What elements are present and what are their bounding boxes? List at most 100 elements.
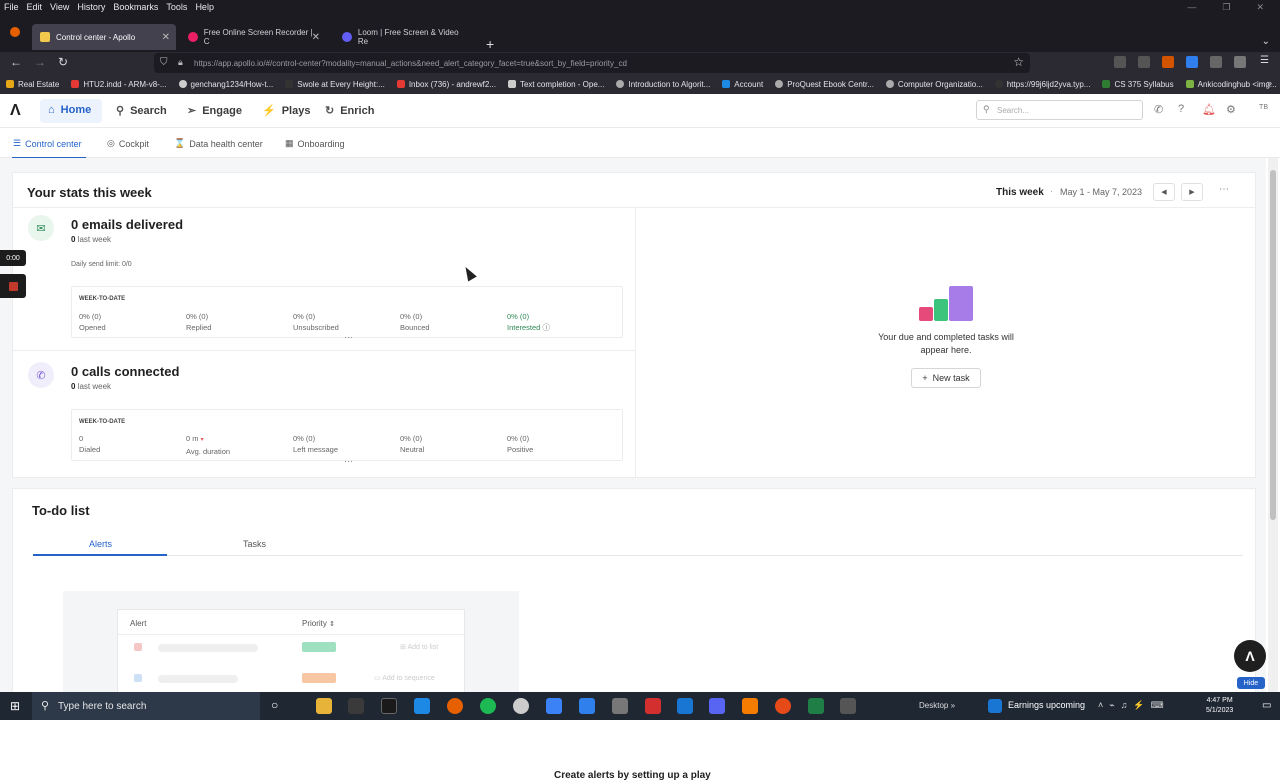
bookmark-item[interactable]: ProQuest Ebook Centr... (775, 80, 874, 89)
close-window-icon[interactable]: ✕ (1256, 2, 1264, 13)
browser-tab-screen-recorder[interactable]: Free Online Screen Recorder | C ✕ (180, 24, 326, 50)
terminal-icon[interactable] (348, 698, 364, 714)
notification-bell-icon[interactable]: 🔔︎ (1202, 103, 1216, 116)
avatar[interactable]: TB (1259, 104, 1268, 111)
steam-icon[interactable] (677, 698, 693, 714)
bookmark-star-icon[interactable]: ☆ (1013, 55, 1024, 69)
global-search-input[interactable]: ⚲ Search... (976, 100, 1143, 120)
lock-icon[interactable]: 🔒︎ (178, 57, 183, 68)
vscode-icon[interactable] (414, 698, 430, 714)
menu-view[interactable]: View (50, 2, 69, 12)
sublime-icon[interactable] (742, 698, 758, 714)
extension-fox-icon[interactable] (1162, 56, 1174, 68)
spotify-icon[interactable] (480, 698, 496, 714)
bookmark-item[interactable]: CS 375 Syllabus (1102, 80, 1174, 89)
app-icon[interactable] (546, 698, 562, 714)
reload-icon[interactable]: ↻ (58, 55, 68, 69)
app-icon[interactable] (579, 698, 595, 714)
menu-help[interactable]: Help (195, 2, 214, 12)
new-task-button[interactable]: + New task (911, 368, 981, 388)
app-icon[interactable] (840, 698, 856, 714)
earnings-widget[interactable]: Earnings upcoming (1008, 700, 1085, 710)
extensions-puzzle-icon[interactable] (1234, 56, 1246, 68)
bookmark-item[interactable]: Swole at Every Height:... (285, 80, 385, 89)
hide-button[interactable]: Hide (1237, 677, 1265, 689)
menu-bookmarks[interactable]: Bookmarks (113, 2, 158, 12)
prev-week-button[interactable]: ◀ (1153, 183, 1175, 201)
help-icon[interactable]: ? (1178, 103, 1184, 115)
new-tab-icon[interactable]: + (486, 36, 494, 52)
bookmark-item[interactable]: genchang1234/How-t... (178, 80, 273, 89)
nav-engage[interactable]: ➢ Engage (187, 104, 242, 118)
browser-tab-apollo[interactable]: Control center - Apollo ✕ (32, 24, 176, 50)
period-selector[interactable]: This week (996, 187, 1044, 198)
bookmark-item[interactable]: https://99j6ljd2yva.typ... (994, 80, 1090, 89)
expand-calls-icon[interactable]: ⋯ (344, 456, 353, 467)
excel-icon[interactable] (808, 698, 824, 714)
menu-file[interactable]: File (4, 2, 19, 12)
bookmark-item[interactable]: Inbox (736) - andrewf2... (396, 80, 496, 89)
maximize-icon[interactable]: ❐ (1222, 2, 1230, 13)
extension-gray-icon[interactable] (1210, 56, 1222, 68)
apollo-assistant-button[interactable]: Λ (1234, 640, 1266, 672)
list-all-tabs-icon[interactable]: ⌄ (1262, 36, 1270, 47)
stocks-icon[interactable] (988, 699, 1002, 713)
bookmark-item[interactable]: Real Estate (6, 80, 59, 89)
subnav-data-health-center[interactable]: ⌛ Data health center (174, 138, 263, 149)
bookmark-item[interactable]: Introduction to Algorit... (616, 80, 710, 89)
forward-icon[interactable]: → (34, 55, 46, 69)
nav-enrich[interactable]: ↻ Enrich (325, 104, 374, 118)
bookmark-item[interactable]: Computer Organizatio... (885, 80, 983, 89)
menu-tools[interactable]: Tools (166, 2, 187, 12)
shield-icon[interactable]: ⛉ (160, 57, 168, 68)
bookmark-item[interactable]: Ankicodinghub <img... (1185, 80, 1277, 89)
apollo-logo-icon[interactable]: Λ (10, 102, 21, 120)
bookmark-item[interactable]: Text completion - Ope... (507, 80, 604, 89)
close-tab-icon[interactable]: ✕ (312, 32, 320, 43)
cortana-icon[interactable]: ○ (271, 698, 278, 712)
scrollbar[interactable] (1268, 158, 1278, 692)
scrollbar-thumb[interactable] (1270, 170, 1276, 520)
github-desktop-icon[interactable] (513, 698, 529, 714)
clock[interactable]: 4:47 PM 5/1/2023 (1206, 696, 1233, 716)
url-bar[interactable]: ⛉ 🔒︎ https://app.apollo.io/#/control-cen… (154, 53, 1030, 73)
bookmark-item[interactable]: Account (722, 80, 763, 89)
more-options-icon[interactable]: ⋯ (1219, 184, 1229, 195)
system-tray[interactable]: ˄⌁♫⚡⌨ (1098, 700, 1170, 711)
app-icon[interactable] (645, 698, 661, 714)
back-icon[interactable]: ← (10, 55, 22, 69)
browser-tab-loom[interactable]: Loom | Free Screen & Video Re (334, 24, 478, 50)
info-icon[interactable]: ⓘ (542, 323, 550, 332)
nav-search[interactable]: ⚲ Search (116, 104, 167, 118)
settings-gear-icon[interactable]: ⚙ (1226, 103, 1236, 116)
notifications-icon[interactable]: ▭ (1262, 700, 1271, 711)
firefox-view-icon[interactable] (10, 27, 20, 37)
cmd-icon[interactable] (381, 698, 397, 714)
subnav-cockpit[interactable]: ◎ Cockpit (107, 138, 149, 149)
subnav-control-center[interactable]: ☰ Control center (13, 138, 82, 149)
menu-edit[interactable]: Edit (27, 2, 43, 12)
phone-icon[interactable]: ✆ (1154, 103, 1163, 116)
expand-emails-icon[interactable]: ⋯ (344, 332, 353, 343)
subnav-onboarding[interactable]: ▦ Onboarding (285, 138, 345, 149)
settings-icon[interactable] (612, 698, 628, 714)
nav-home[interactable]: ⌂ Home (48, 104, 91, 116)
bookmarks-overflow-icon[interactable]: » (1267, 78, 1272, 88)
close-tab-icon[interactable]: ✕ (162, 32, 170, 43)
downloads-icon[interactable] (1138, 56, 1150, 68)
menu-history[interactable]: History (77, 2, 105, 12)
extension-blue-icon[interactable] (1186, 56, 1198, 68)
app-menu-icon[interactable]: ☰ (1260, 55, 1269, 66)
next-week-button[interactable]: ▶ (1181, 183, 1203, 201)
nav-plays[interactable]: ⚡ Plays (262, 104, 310, 118)
desktop-toolbar[interactable]: Desktop » (919, 701, 955, 710)
pocket-icon[interactable] (1114, 56, 1126, 68)
bookmark-item[interactable]: HTU2.indd - ARM-v8-... (71, 80, 167, 89)
windows-start-icon[interactable]: ⊞ (10, 699, 20, 713)
app-icon[interactable] (775, 698, 791, 714)
file-explorer-icon[interactable] (316, 698, 332, 714)
discord-icon[interactable] (709, 698, 725, 714)
tab-tasks[interactable]: Tasks (243, 539, 266, 549)
recorder-stop-button[interactable] (0, 274, 26, 298)
taskbar-search-input[interactable]: ⚲ Type here to search (32, 692, 260, 720)
